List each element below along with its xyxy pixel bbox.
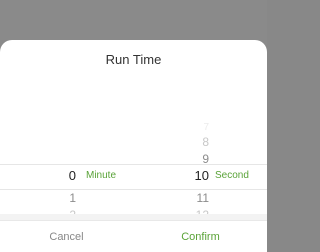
second-unit-label: Second	[215, 170, 249, 181]
minute-option[interactable]: 1	[46, 191, 76, 205]
cancel-button[interactable]: Cancel	[0, 221, 133, 252]
footer-buttons: Cancel Confirm	[0, 220, 267, 252]
run-time-dialog: Run Time 0 Minute 1 2 3 7 8 9 10 Second …	[0, 40, 267, 252]
second-option[interactable]: 9	[179, 152, 209, 166]
dialog-title: Run Time	[105, 52, 162, 67]
dimmed-backdrop[interactable]	[0, 0, 267, 45]
dialog-footer: Cancel Confirm	[0, 214, 267, 252]
confirm-button[interactable]: Confirm	[134, 221, 267, 252]
time-picker[interactable]: 0 Minute 1 2 3 7 8 9 10 Second 11 12 13	[0, 78, 267, 233]
minute-unit-label: Minute	[86, 170, 117, 181]
second-selected-value[interactable]: 10	[179, 168, 209, 183]
second-option[interactable]: 11	[179, 191, 209, 205]
second-option[interactable]: 7	[179, 122, 209, 133]
minute-selected-value[interactable]: 0	[46, 168, 76, 183]
second-option[interactable]: 8	[179, 135, 209, 149]
